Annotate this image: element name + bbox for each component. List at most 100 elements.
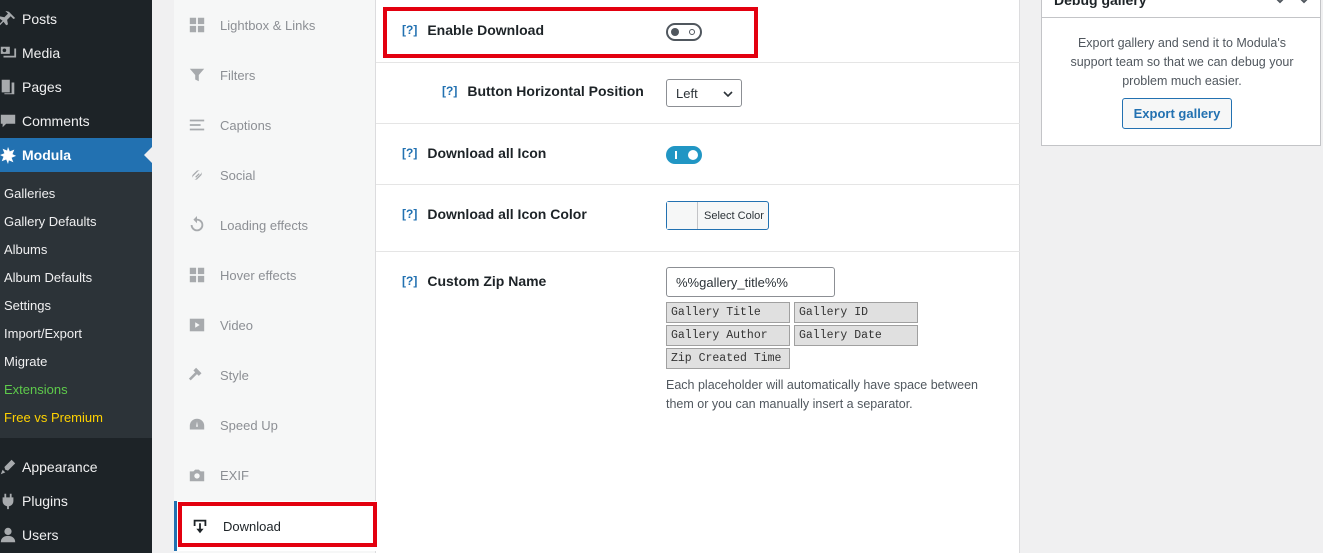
help-link[interactable]: [?]	[402, 274, 417, 288]
placeholder-zip-created-time[interactable]: Zip Created Time	[666, 348, 790, 369]
download-all-icon-label: Download all Icon	[427, 145, 547, 161]
help-link[interactable]: [?]	[402, 207, 417, 221]
zip-name-input[interactable]: %%gallery_title%%	[666, 267, 835, 297]
toggle-knob	[688, 150, 698, 160]
toggle-off-mark	[689, 29, 695, 35]
tab-label: Filters	[220, 67, 256, 83]
dashboard-icon	[174, 416, 220, 434]
tab-speed-up[interactable]: Speed Up	[174, 400, 376, 450]
menu-appearance[interactable]: Appearance	[0, 450, 152, 484]
tab-label: Speed Up	[220, 417, 278, 433]
help-link[interactable]: [?]	[402, 146, 417, 160]
tab-loading-effects[interactable]: Loading effects	[174, 200, 376, 250]
debug-box-header: Debug gallery	[1042, 0, 1320, 18]
users-icon	[0, 526, 22, 544]
placeholder-gallery-title[interactable]: Gallery Title	[666, 302, 790, 323]
tab-label: Style	[220, 367, 249, 383]
menu-label: Pages	[22, 79, 62, 95]
tab-filters[interactable]: Filters	[174, 50, 376, 100]
tab-label: Captions	[220, 117, 272, 133]
tab-style[interactable]: Style	[174, 350, 376, 400]
help-link[interactable]: [?]	[442, 84, 457, 98]
button-position-label: Button Horizontal Position	[467, 83, 644, 99]
tab-label: EXIF	[220, 467, 249, 483]
help-link[interactable]: [?]	[402, 23, 417, 37]
tab-social[interactable]: Social	[174, 150, 376, 200]
menu-label: Posts	[22, 11, 58, 27]
menu-media[interactable]: Media	[0, 36, 152, 70]
placeholder-gallery-date[interactable]: Gallery Date	[794, 325, 918, 346]
row-button-position: [?] Button Horizontal Position Left	[376, 63, 1020, 124]
download-icon	[177, 517, 223, 535]
grid-icon	[174, 16, 220, 34]
submenu-import-export[interactable]: Import/Export	[4, 326, 82, 341]
menu-posts[interactable]: Posts	[0, 2, 152, 36]
row-icon-color: [?] Download all Icon Color Select Color	[376, 185, 1020, 252]
menu-label: Appearance	[22, 459, 98, 475]
export-gallery-button[interactable]: Export gallery	[1122, 98, 1232, 129]
appearance-icon	[0, 458, 22, 476]
tab-exif[interactable]: EXIF	[174, 450, 376, 500]
menu-users[interactable]: Users	[0, 518, 152, 552]
submenu-extensions[interactable]: Extensions	[4, 382, 68, 397]
submenu-album-defaults[interactable]: Album Defaults	[4, 270, 92, 285]
menu-pages[interactable]: Pages	[0, 70, 152, 104]
lines-icon	[174, 116, 220, 134]
button-position-select[interactable]: Left	[666, 79, 742, 107]
tab-label: Hover effects	[220, 267, 297, 283]
download-settings-panel: [?] Enable Download [?] Button Horizonta…	[376, 0, 1020, 553]
menu-comments[interactable]: Comments	[0, 104, 152, 138]
placeholder-hint: Each placeholder will automatically have…	[666, 378, 978, 411]
row-download-all-icon: [?] Download all Icon	[376, 124, 1020, 185]
admin-sidebar: Posts Media Pages Comments Modula Galler…	[0, 0, 152, 553]
menu-label: Plugins	[22, 493, 68, 509]
chevron-down-icon	[723, 91, 733, 98]
menu-label: Comments	[22, 113, 90, 129]
tab-label: Loading effects	[220, 217, 308, 233]
enable-download-label: Enable Download	[427, 22, 545, 38]
modula-submenu: Galleries Gallery Defaults Albums Album …	[0, 172, 152, 438]
menu-plugins[interactable]: Plugins	[0, 484, 152, 518]
reorder-arrows-icon[interactable]	[1274, 0, 1310, 6]
media-icon	[0, 44, 22, 62]
menu-label: Media	[22, 45, 61, 61]
placeholder-gallery-id[interactable]: Gallery ID	[794, 302, 918, 323]
placeholder-gallery-author[interactable]: Gallery Author	[666, 325, 790, 346]
debug-gallery-box: Debug gallery Export gallery and send it…	[1041, 0, 1321, 146]
camera-icon	[174, 466, 220, 484]
button-position-value: Left	[676, 85, 698, 101]
plugins-icon	[0, 492, 22, 510]
submenu-galleries[interactable]: Galleries	[4, 186, 55, 201]
menu-modula[interactable]: Modula	[0, 138, 152, 172]
menu-label: Users	[22, 527, 59, 543]
tab-hover-effects[interactable]: Hover effects	[174, 250, 376, 300]
modula-icon	[0, 146, 22, 164]
pages-icon	[0, 78, 22, 96]
tab-label: Lightbox & Links	[220, 17, 316, 33]
comments-icon	[0, 112, 22, 130]
submenu-settings[interactable]: Settings	[4, 298, 51, 313]
reload-icon	[174, 216, 220, 234]
select-color-button[interactable]: Select Color	[666, 201, 769, 230]
select-color-label: Select Color	[704, 209, 764, 222]
filter-icon	[174, 66, 220, 84]
submenu-albums[interactable]: Albums	[4, 242, 47, 257]
tab-captions[interactable]: Captions	[174, 100, 376, 150]
tab-lightbox-links[interactable]: Lightbox & Links	[174, 0, 376, 50]
submenu-gallery-defaults[interactable]: Gallery Defaults	[4, 214, 96, 229]
debug-box-title: Debug gallery	[1054, 0, 1147, 8]
settings-tabs: Lightbox & Links Filters Captions Social…	[174, 0, 376, 553]
download-all-icon-toggle[interactable]	[666, 146, 702, 164]
toggle-knob	[671, 28, 679, 36]
tab-video[interactable]: Video	[174, 300, 376, 350]
submenu-migrate[interactable]: Migrate	[4, 354, 47, 369]
submenu-free-vs-premium[interactable]: Free vs Premium	[4, 410, 103, 425]
tab-download[interactable]: Download	[174, 501, 376, 551]
row-enable-download: [?] Enable Download	[376, 0, 1020, 63]
play-icon	[174, 316, 220, 334]
toggle-on-mark	[675, 151, 677, 159]
enable-download-toggle[interactable]	[666, 23, 702, 41]
link-icon	[174, 166, 220, 184]
hammer-icon	[174, 366, 220, 384]
color-swatch	[667, 202, 698, 229]
